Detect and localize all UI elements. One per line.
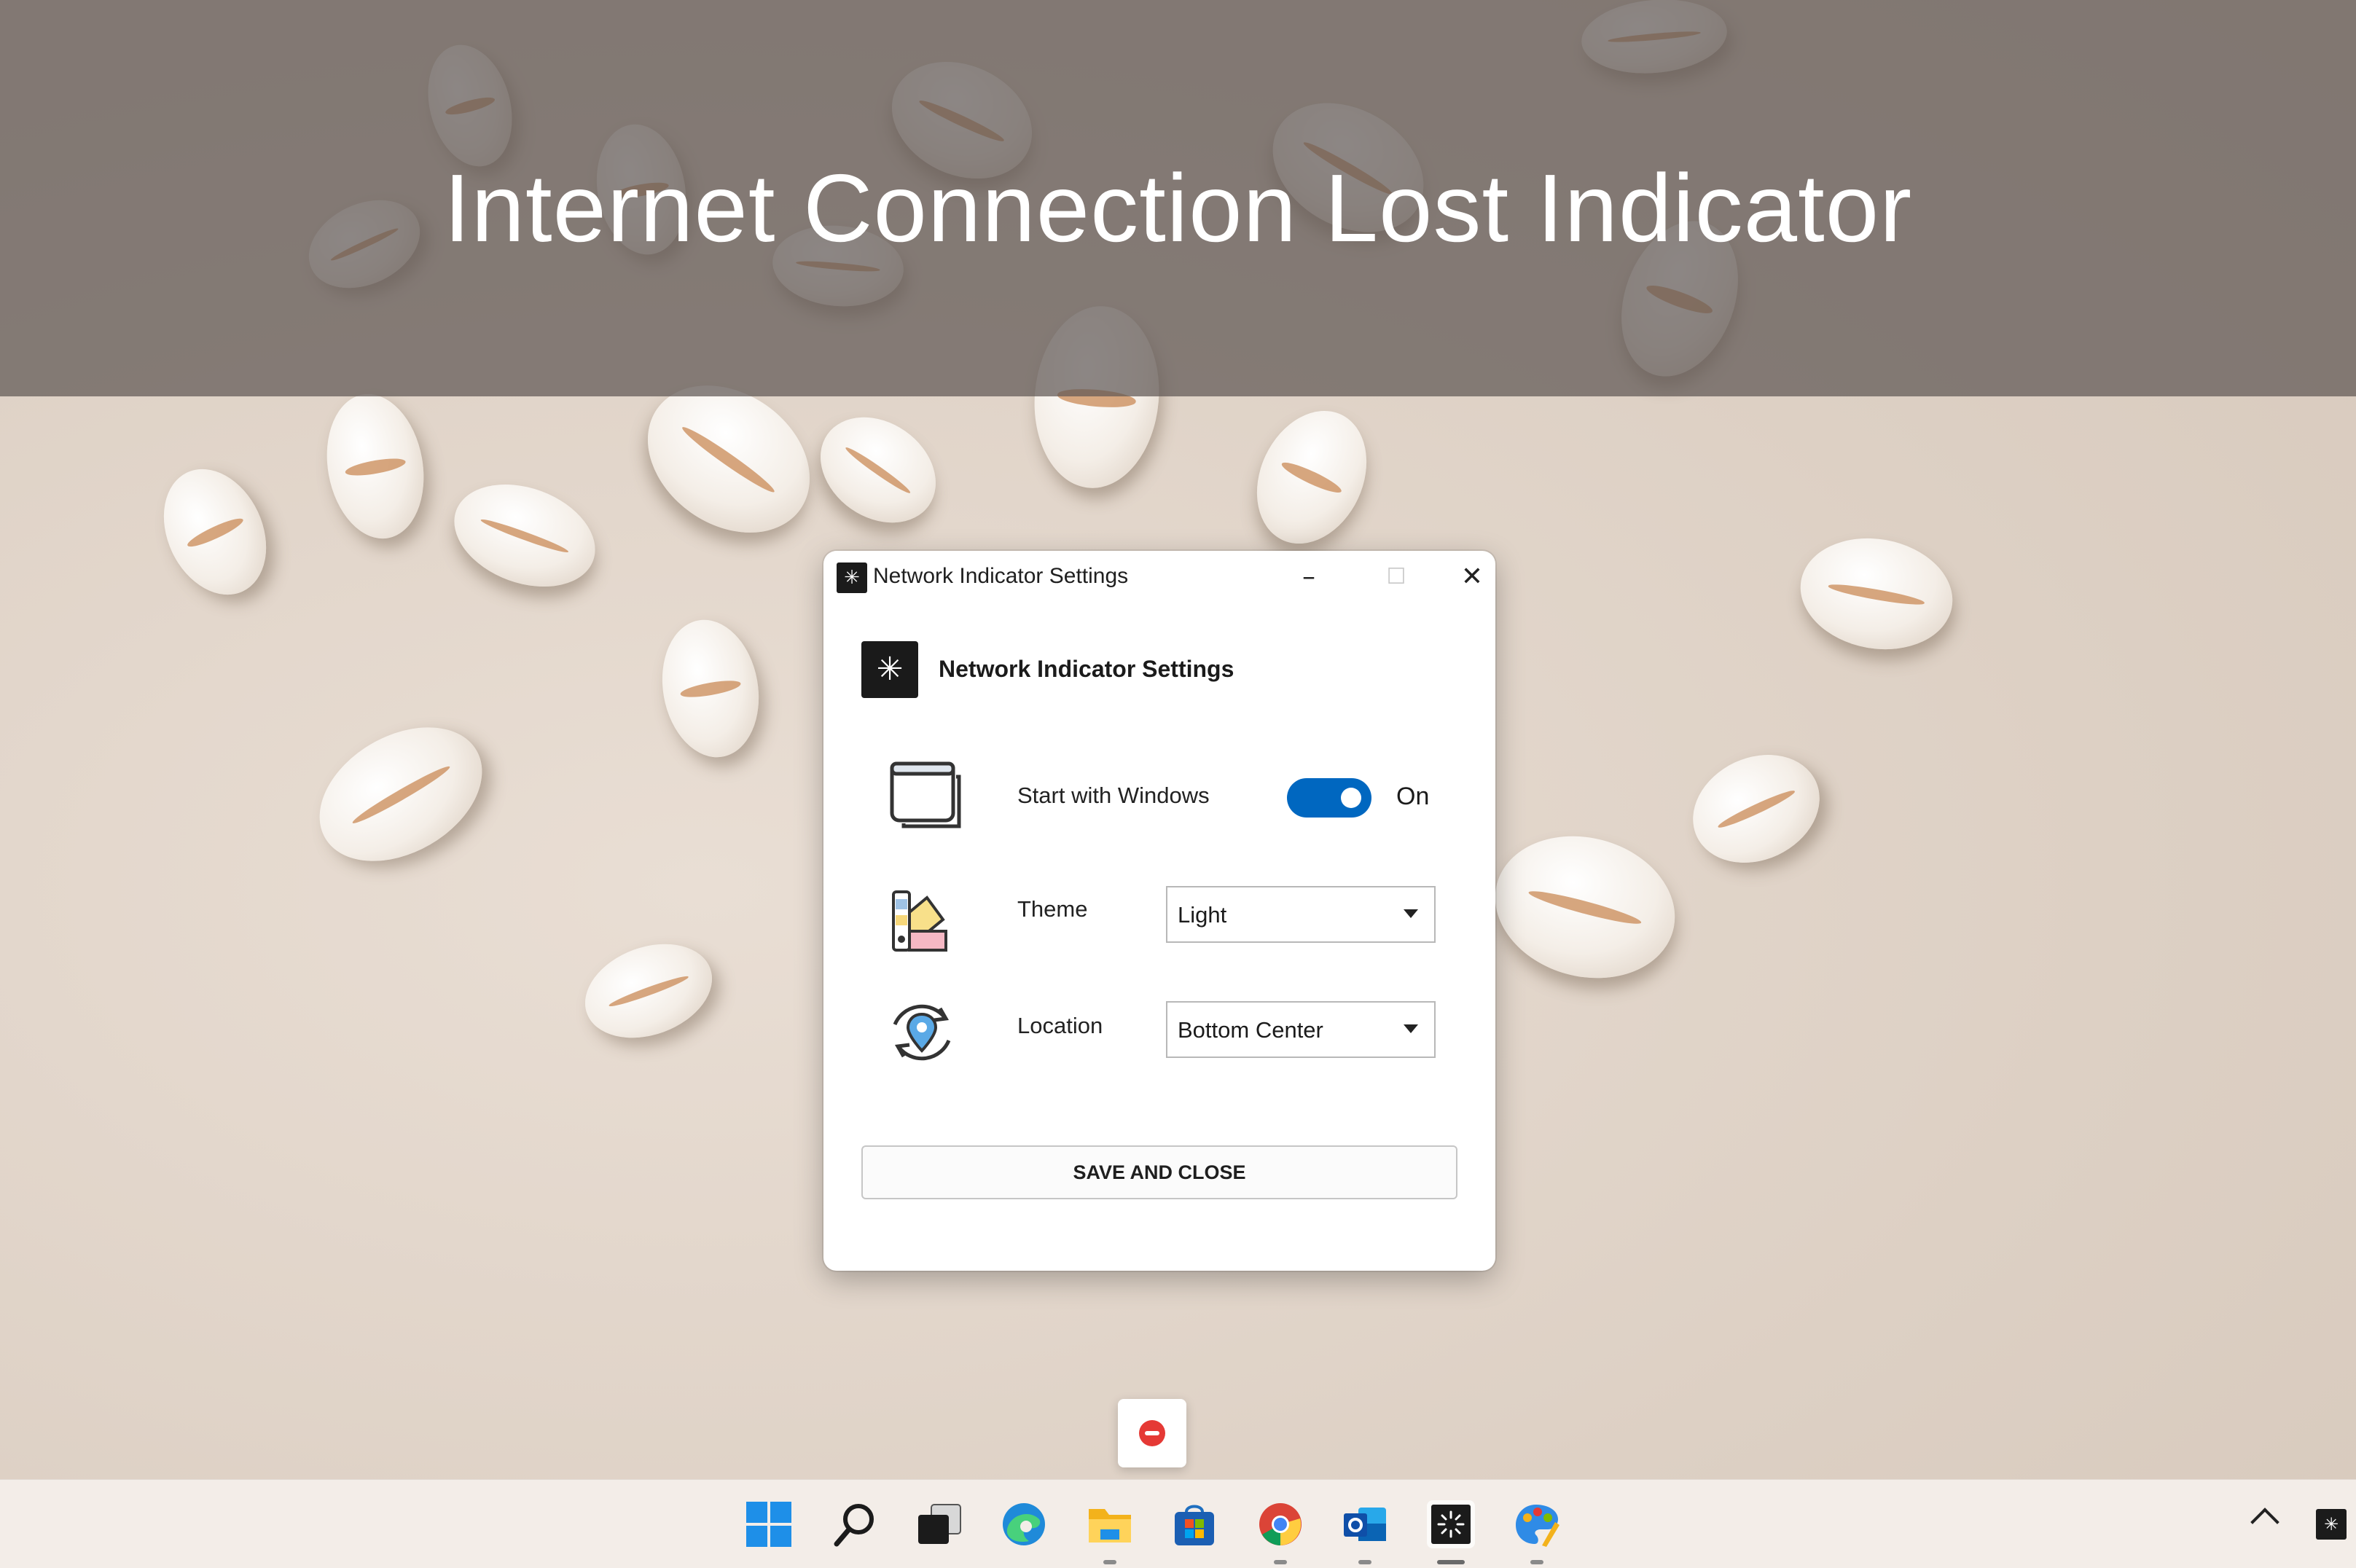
close-button[interactable]: ✕ bbox=[1449, 555, 1495, 599]
maximize-button[interactable]: ☐ bbox=[1361, 555, 1431, 599]
running-indicator bbox=[1530, 1560, 1543, 1564]
start-with-windows-toggle[interactable] bbox=[1287, 778, 1371, 818]
banner-title: Internet Connection Lost Indicator bbox=[443, 154, 1913, 262]
banner: Internet Connection Lost Indicator bbox=[0, 0, 2356, 396]
location-dropdown[interactable]: Bottom Center bbox=[1166, 1001, 1436, 1058]
connection-lost-indicator[interactable] bbox=[1118, 1399, 1186, 1467]
location-value: Bottom Center bbox=[1178, 1017, 1323, 1043]
taskbar: ✳ bbox=[0, 1479, 2356, 1568]
outlook-icon[interactable] bbox=[1341, 1500, 1389, 1564]
header-app-icon: ✳ bbox=[861, 641, 918, 698]
edge-icon[interactable] bbox=[1000, 1500, 1048, 1548]
theme-dropdown[interactable]: Light bbox=[1166, 886, 1436, 943]
minimize-button[interactable]: – bbox=[1274, 555, 1344, 599]
running-indicator bbox=[1358, 1560, 1371, 1564]
window-title: Network Indicator Settings bbox=[873, 564, 1129, 588]
no-connection-icon bbox=[1139, 1420, 1165, 1446]
running-indicator bbox=[1103, 1560, 1116, 1564]
file-explorer-icon[interactable] bbox=[1086, 1500, 1134, 1564]
start-with-windows-label: Start with Windows bbox=[1017, 783, 1210, 808]
windows-start-icon[interactable] bbox=[745, 1500, 793, 1548]
theme-value: Light bbox=[1178, 902, 1227, 928]
chevron-down-icon bbox=[1404, 909, 1418, 918]
task-view-icon[interactable] bbox=[915, 1500, 963, 1548]
microsoft-store-icon[interactable] bbox=[1170, 1500, 1218, 1548]
show-hidden-icons-chevron-icon[interactable] bbox=[2250, 1508, 2279, 1537]
theme-label: Theme bbox=[1017, 896, 1088, 922]
search-icon[interactable] bbox=[831, 1500, 879, 1548]
window-stack-icon bbox=[890, 761, 961, 828]
tray-network-indicator-icon[interactable]: ✳ bbox=[2316, 1509, 2347, 1540]
header-title: Network Indicator Settings bbox=[939, 656, 1234, 682]
location-label: Location bbox=[1017, 1013, 1103, 1038]
network-indicator-icon[interactable] bbox=[1427, 1500, 1475, 1564]
window-titlebar[interactable]: ✳ Network Indicator Settings – ☐ ✕ bbox=[823, 551, 1495, 602]
color-palette-icon bbox=[892, 890, 947, 952]
chrome-icon[interactable] bbox=[1256, 1500, 1304, 1564]
chevron-down-icon bbox=[1404, 1024, 1418, 1033]
toggle-knob bbox=[1341, 788, 1361, 808]
running-indicator bbox=[1274, 1560, 1287, 1564]
location-sync-icon bbox=[893, 1004, 951, 1061]
toggle-state-label: On bbox=[1396, 783, 1430, 810]
settings-window: ✳ Network Indicator Settings – ☐ ✕ ✳ Net… bbox=[823, 551, 1495, 1271]
paint-icon[interactable] bbox=[1513, 1500, 1561, 1564]
running-indicator bbox=[1437, 1560, 1465, 1564]
app-icon: ✳ bbox=[837, 562, 867, 593]
save-and-close-button[interactable]: SAVE AND CLOSE bbox=[861, 1145, 1457, 1199]
